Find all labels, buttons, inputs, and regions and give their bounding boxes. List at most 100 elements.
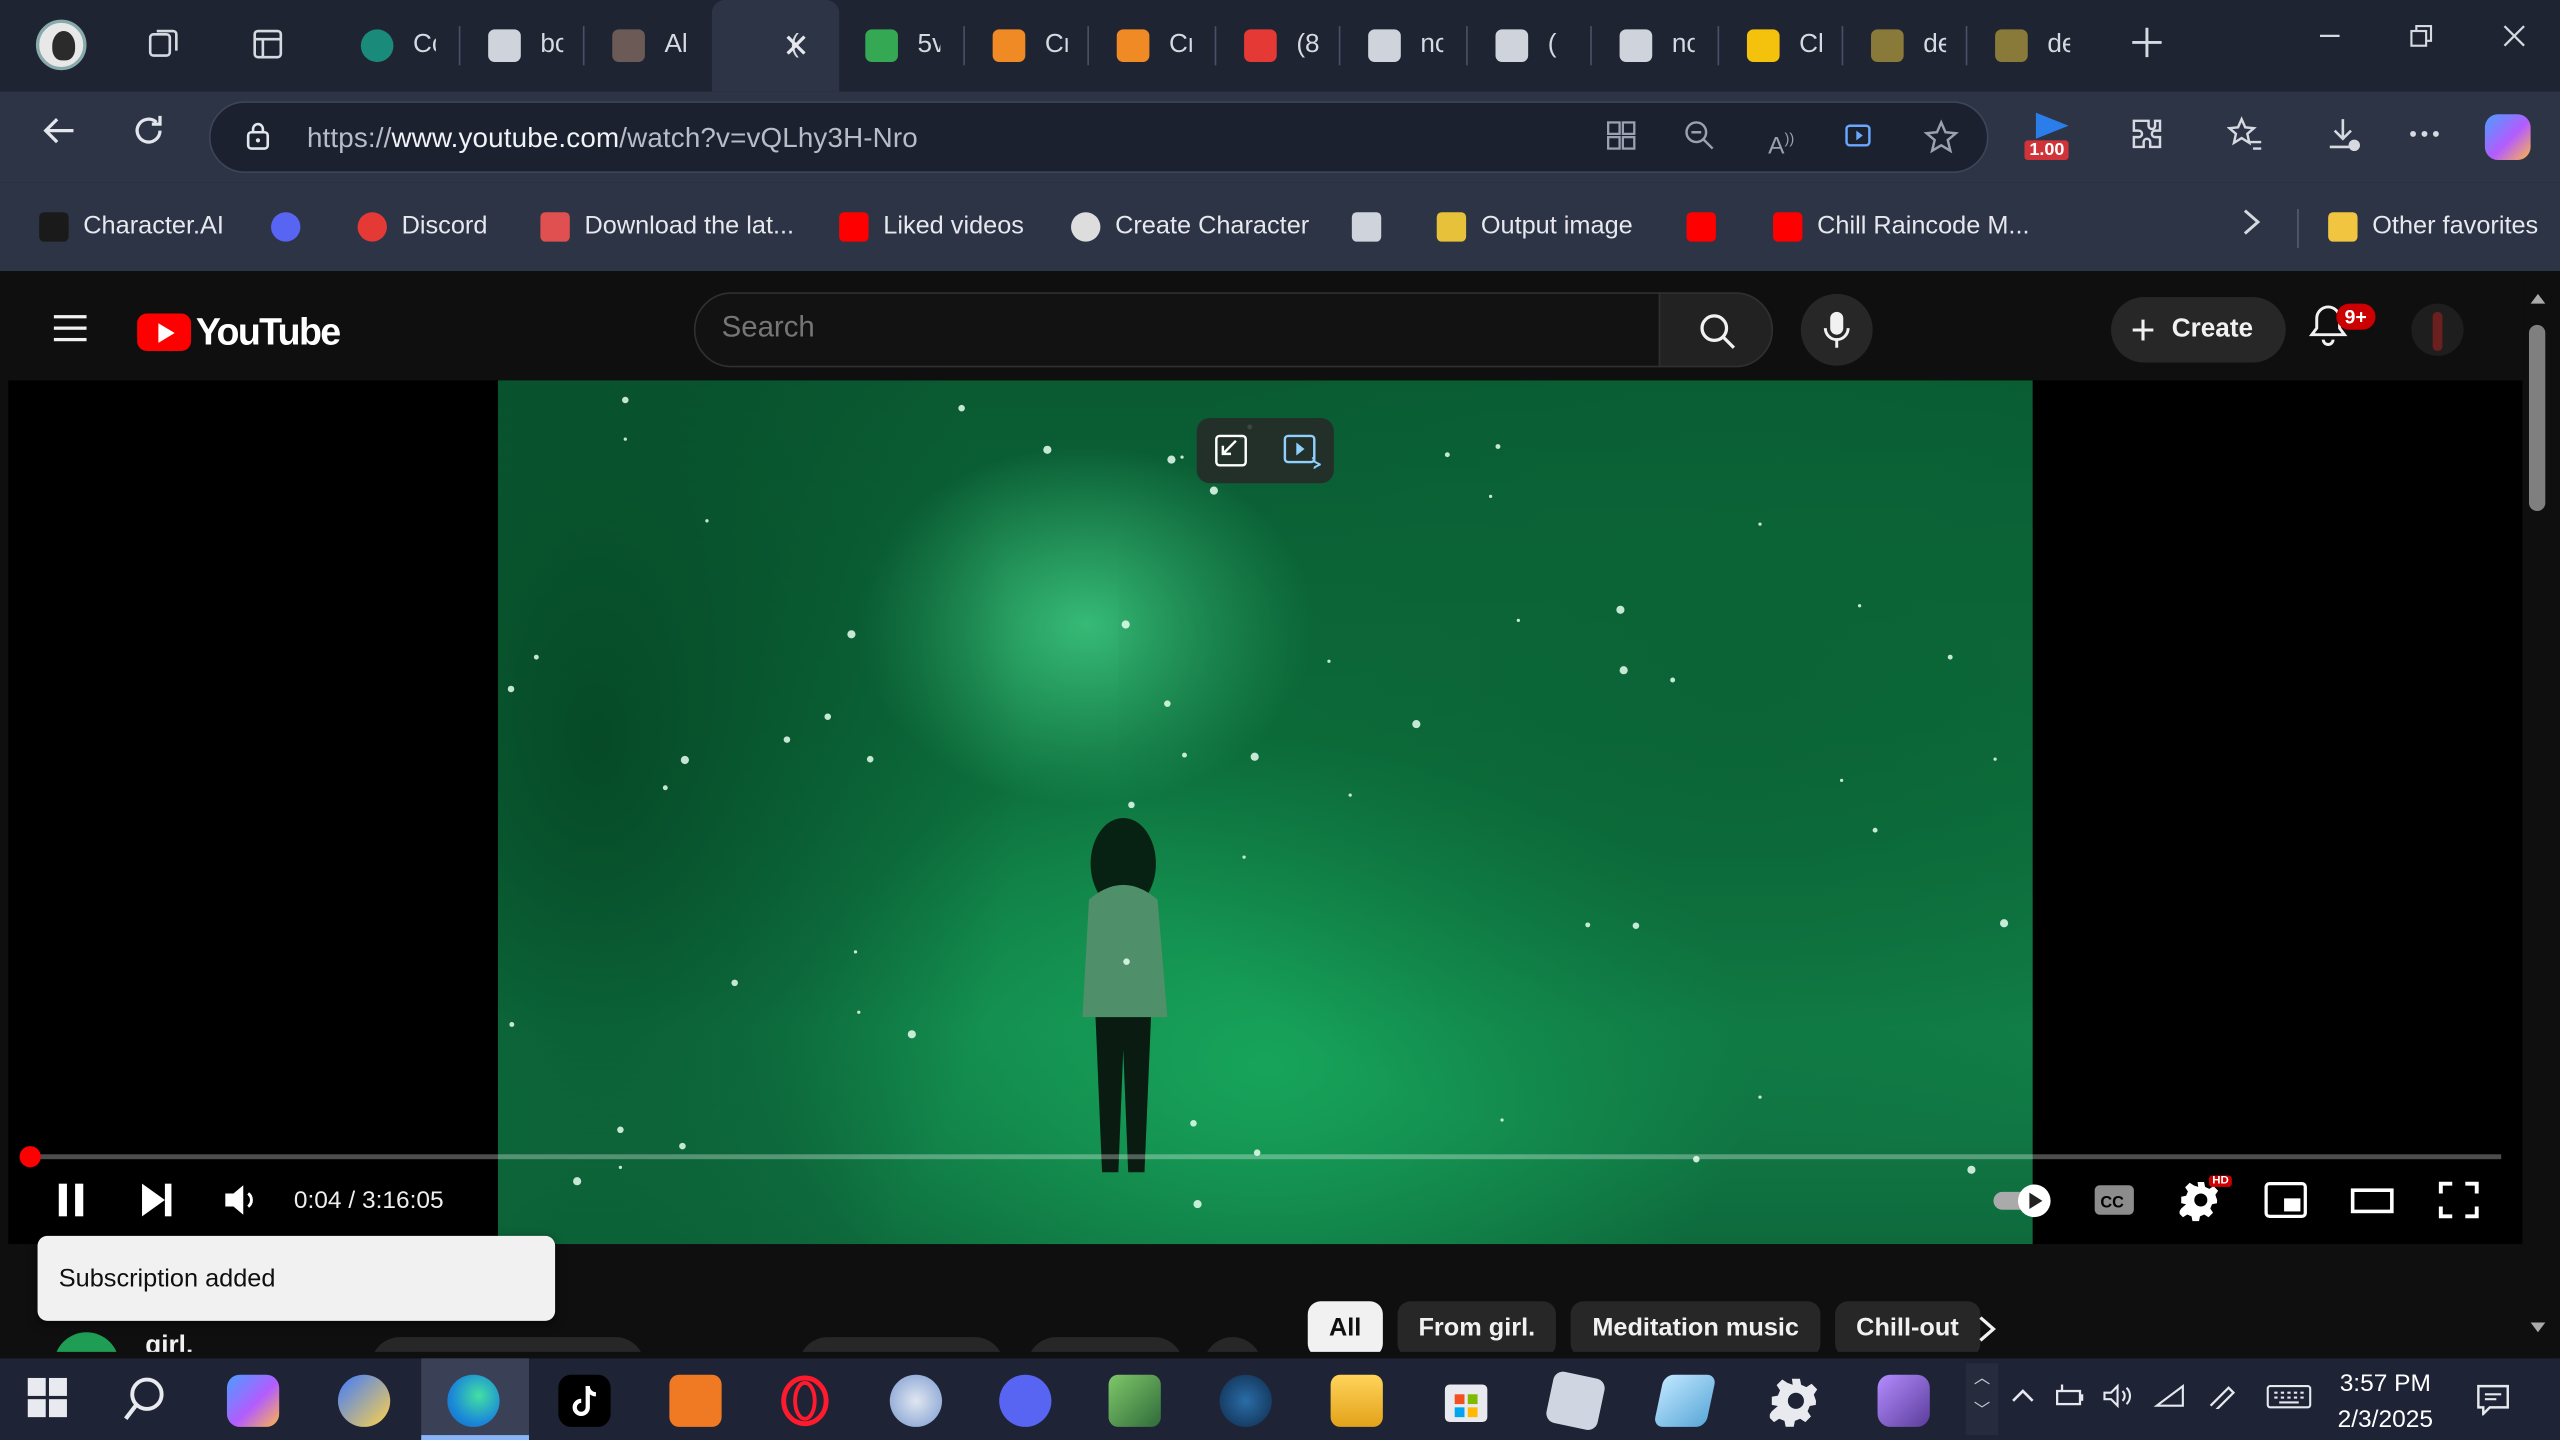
scroll-up-arrow-icon[interactable] [2529,292,2547,305]
bookmark-item[interactable]: Output image [1436,206,1633,248]
subtitles-button[interactable]: CC [2093,1179,2135,1221]
scroll-down-arrow-icon[interactable] [2529,1321,2547,1334]
refresh-button[interactable] [122,111,174,163]
browser-tab[interactable]: Cc [335,13,459,78]
show-hidden-icons-chevron-icon[interactable] [2005,1383,2041,1417]
filter-chip[interactable]: Chill-out [1834,1301,1980,1352]
taskbar-overflow-scroll[interactable]: ︿ ﹀ [1965,1363,1999,1436]
page-scrollbar[interactable] [2524,279,2552,1352]
microsoft-store-taskbar-icon[interactable] [1440,1375,1492,1427]
app-orange-taskbar-icon[interactable] [669,1374,722,1427]
browser-tab[interactable]: Al [586,13,708,78]
taskbar-clock[interactable]: 3:57 PM 2/3/2025 [2318,1367,2452,1439]
bookmark-item[interactable]: Download the lat... [540,206,794,248]
back-button[interactable] [33,111,85,163]
filter-chip[interactable]: From girl. [1397,1301,1557,1352]
settings-taskbar-icon[interactable] [1768,1375,1822,1427]
volume-button[interactable] [220,1179,259,1221]
bookmark-item[interactable]: Liked videos [839,206,1024,248]
channel-name[interactable]: girl. [145,1332,193,1352]
pen-icon[interactable] [2204,1383,2240,1417]
browser-tab[interactable]: nc [1593,13,1717,78]
copilot-taskbar-icon[interactable] [226,1374,280,1427]
theater-mode-button[interactable] [2349,1179,2395,1221]
app-available-icon[interactable] [1602,119,1641,158]
browser-profile-avatar[interactable] [35,19,87,71]
browser-tab[interactable]: de [1969,13,2090,78]
steam-taskbar-icon[interactable] [1219,1374,1272,1427]
battery-icon[interactable] [2052,1383,2088,1417]
app-paint-taskbar-icon[interactable] [889,1374,943,1427]
search-field[interactable] [693,292,1661,368]
speaker-icon[interactable] [2100,1383,2136,1417]
guide-menu-icon[interactable] [53,315,87,342]
youtube-logo[interactable]: YouTube [137,310,341,354]
bookmark-item[interactable]: Create Character [1071,206,1309,248]
autoplay-toggle[interactable] [1990,1179,2059,1221]
minimize-button[interactable] [2305,21,2354,59]
account-avatar[interactable] [2411,303,2464,356]
restore-button[interactable] [2397,21,2446,59]
video-enhance-icon[interactable] [1840,119,1879,158]
exit-miniplayer-icon[interactable] [1213,433,1249,469]
workspaces-icon[interactable] [145,26,181,62]
app-green-taskbar-icon[interactable] [1108,1374,1161,1427]
wifi-icon[interactable] [2152,1383,2188,1417]
bookmark-item[interactable] [271,206,315,248]
app-avatar-taskbar-icon[interactable] [1877,1374,1930,1427]
notification-center-icon[interactable] [2475,1383,2511,1424]
voice-search-button[interactable] [1800,293,1873,366]
touch-keyboard-icon[interactable] [2266,1383,2312,1417]
bookmark-item[interactable]: Character.AI [39,206,224,248]
app-taskbar-icon[interactable] [337,1374,391,1427]
bookmark-item[interactable]: Chill Raincode M... [1773,206,2030,248]
roblox-taskbar-icon[interactable] [1544,1369,1607,1432]
video-frame[interactable] [497,380,2033,1245]
search-input[interactable] [721,310,1636,345]
bookmark-item[interactable] [1351,206,1396,248]
discord-taskbar-icon[interactable] [999,1374,1052,1427]
tiktok-taskbar-icon[interactable] [558,1374,611,1427]
browser-tab[interactable]: (✕ [711,0,840,92]
page-scrollbar-thumb[interactable] [2528,324,2546,512]
zoom-icon[interactable] [1680,119,1719,158]
chips-next-chevron-icon[interactable] [1976,1313,1999,1352]
browser-tab[interactable]: 5v [839,13,963,78]
address-bar[interactable]: https://www.youtube.com/watch?v=vQLhy3H-… [208,101,1989,174]
next-button[interactable] [137,1179,176,1221]
browser-tab[interactable]: nc [1342,13,1466,78]
other-favorites-folder[interactable]: Other favorites [2328,206,2538,248]
fullscreen-button[interactable] [2436,1179,2482,1221]
downloads-icon[interactable] [2322,116,2364,158]
browser-tab[interactable]: bc [462,13,583,78]
read-aloud-icon[interactable]: A)) [1762,119,1801,160]
favorite-star-icon[interactable] [1922,119,1961,158]
progress-scrubber-handle[interactable] [20,1146,42,1168]
create-button[interactable]: + Create [2111,297,2286,363]
browser-tab[interactable]: (8 [1218,13,1339,78]
browser-tab[interactable]: ( [1469,13,1590,78]
more-menu-icon[interactable] [2403,116,2445,158]
close-window-button[interactable] [2490,21,2539,59]
url-text[interactable]: https://www.youtube.com/watch?v=vQLhy3H-… [307,122,918,155]
bookmark-item[interactable] [1686,206,1731,248]
video-progress-bar[interactable] [20,1146,2502,1168]
video-player[interactable]: 0:04 / 3:16:05 CC HD [8,380,2523,1245]
new-tab-button[interactable] [2129,21,2165,72]
filter-chip[interactable]: All [1307,1301,1383,1352]
channel-avatar[interactable] [53,1332,120,1352]
more-bookmarks-chevron-icon[interactable] [2240,206,2263,248]
video-enhance-overlay-icon[interactable] [1282,433,1321,469]
edge-taskbar-icon[interactable] [447,1374,500,1427]
copilot-icon[interactable] [2484,114,2531,160]
miniplayer-button[interactable] [2263,1179,2309,1221]
pause-button[interactable] [54,1179,90,1221]
tab-actions-icon[interactable] [250,26,286,62]
extensions-puzzle-icon[interactable] [2126,116,2168,158]
browser-tab[interactable]: Cr [967,13,1088,78]
file-explorer-taskbar-icon[interactable] [1330,1374,1383,1427]
browser-tab[interactable]: Cl [1721,13,1842,78]
browser-tab[interactable]: Cr [1091,13,1215,78]
lock-icon[interactable] [246,121,270,150]
search-button[interactable] [1658,292,1774,368]
